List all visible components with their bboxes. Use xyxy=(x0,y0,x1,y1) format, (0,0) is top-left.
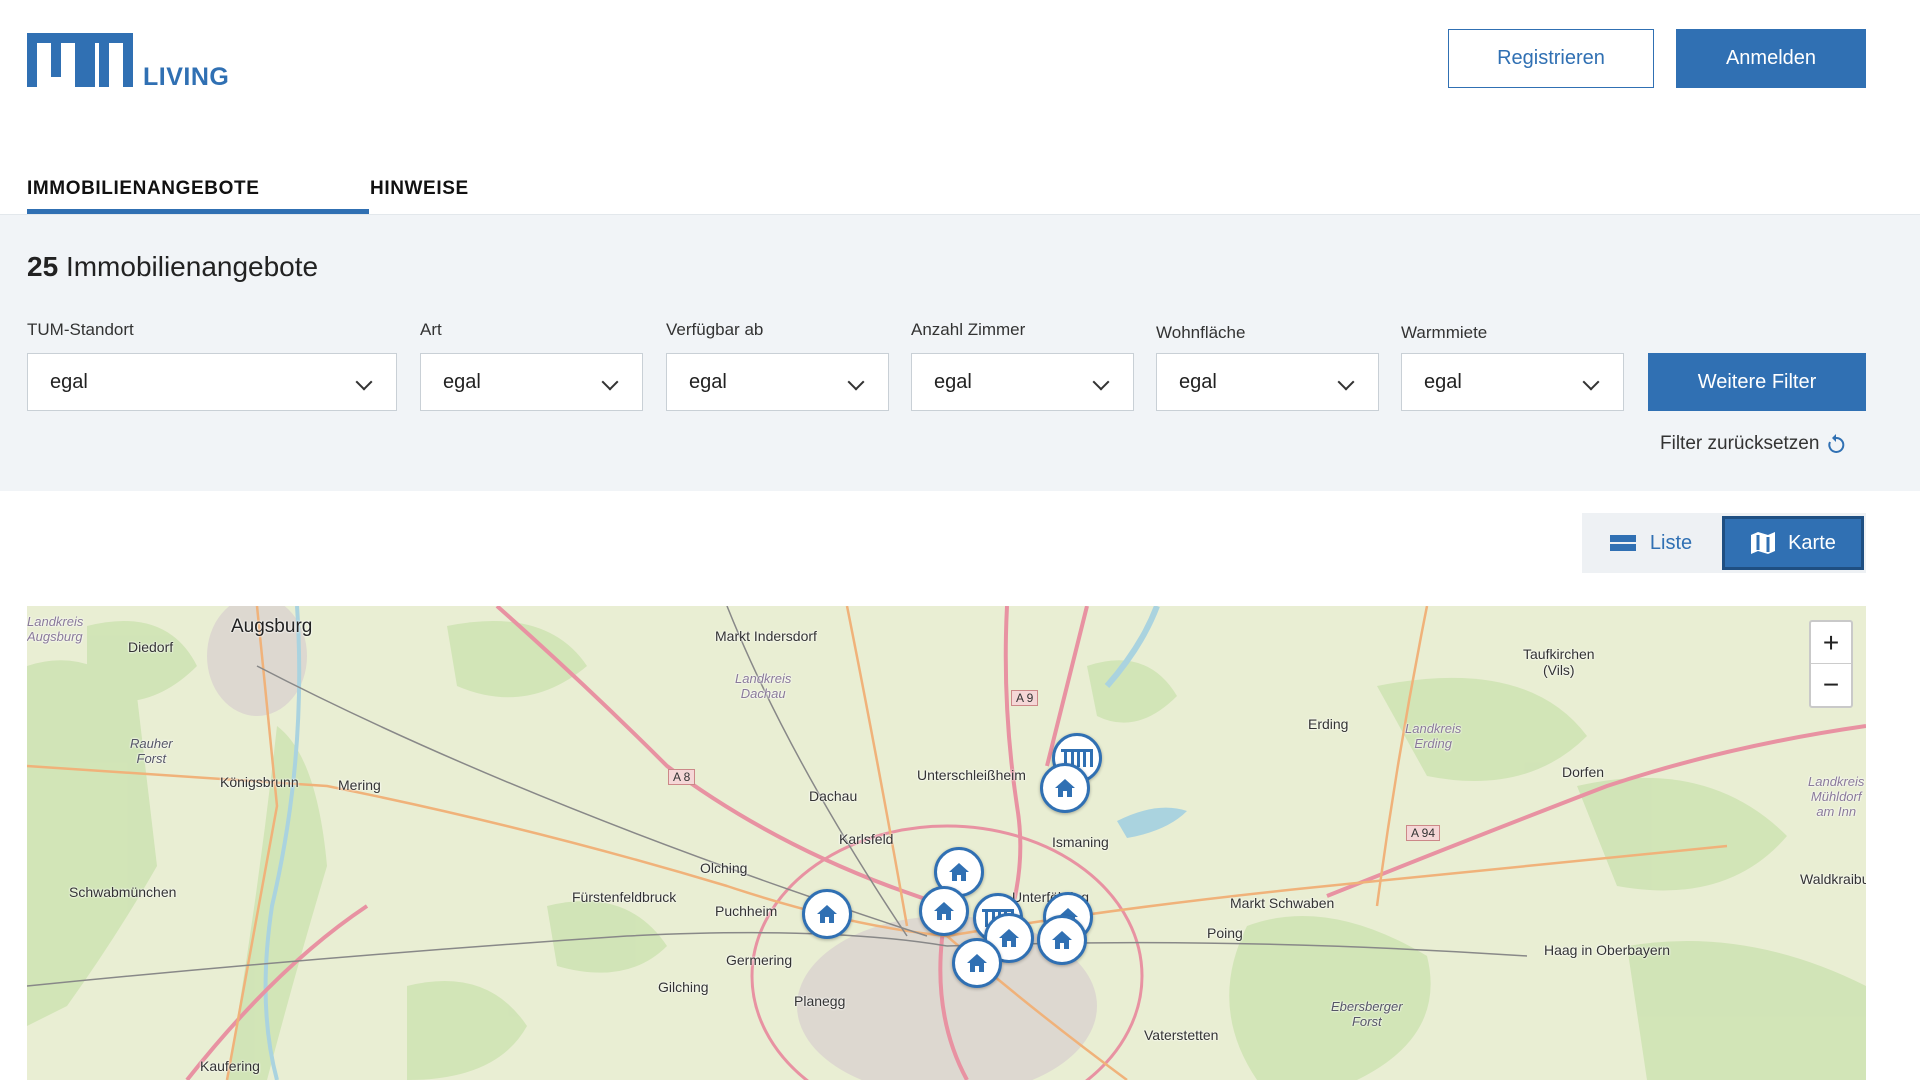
road-shield-a94: A 94 xyxy=(1406,825,1441,841)
house-icon xyxy=(967,954,987,972)
map-label-olching: Olching xyxy=(700,860,748,876)
map-label-puchheim: Puchheim xyxy=(715,903,778,919)
map-view-label: Karte xyxy=(1788,531,1836,554)
map-label-taufkirchen: Taufkirchen (Vils) xyxy=(1523,646,1595,678)
map-marker-house[interactable] xyxy=(1040,763,1090,813)
register-button[interactable]: Registrieren xyxy=(1448,29,1654,88)
map-label-gilching: Gilching xyxy=(658,979,709,995)
map-label-erding: Erding xyxy=(1308,716,1349,732)
map-label-markt-indersdorf: Markt Indersdorf xyxy=(715,628,817,644)
house-icon xyxy=(999,929,1019,947)
map-label-landkreis-erding: Landkreis Erding xyxy=(1405,721,1462,751)
map-marker-house[interactable] xyxy=(1037,915,1087,965)
map-label-dorfen: Dorfen xyxy=(1562,764,1605,780)
map-label-dachau: Dachau xyxy=(809,788,858,804)
tab-hinweise[interactable]: HINWEISE xyxy=(370,178,469,200)
chevron-down-icon xyxy=(1582,373,1600,391)
list-icon xyxy=(1609,535,1636,551)
house-icon xyxy=(1055,779,1075,797)
reset-filters-link[interactable]: Filter zurücksetzen xyxy=(1660,433,1845,455)
results-count-label: Immobilienangebote xyxy=(65,251,319,282)
map-label-landkreis-muehldorf: Landkreis Mühldorf am Inn xyxy=(1808,774,1865,819)
map-label-mering: Mering xyxy=(338,777,381,793)
filter-label-standort: TUM-Standort xyxy=(27,320,134,339)
map-label-fuerstenfeldbruck: Fürstenfeldbruck xyxy=(572,889,677,905)
filter-select-wohnflaeche[interactable]: egal xyxy=(1156,353,1379,411)
filter-label-wohnflaeche: Wohnfläche xyxy=(1156,323,1246,342)
login-button[interactable]: Anmelden xyxy=(1676,29,1866,88)
road-shield-a8: A 8 xyxy=(668,769,696,785)
map-label-diedorf: Diedorf xyxy=(128,639,174,655)
map-label-ebersberger-forst: Ebersberger Forst xyxy=(1331,999,1403,1029)
list-view-label: Liste xyxy=(1649,531,1693,554)
filter-label-verfuegbar: Verfügbar ab xyxy=(666,320,764,339)
map-label-ismaning: Ismaning xyxy=(1052,834,1109,850)
main-tabs: IMMOBILIENANGEBOTE HINWEISE xyxy=(0,170,1920,215)
map-label-kaufering: Kaufering xyxy=(200,1058,260,1074)
map-marker-house[interactable] xyxy=(952,938,1002,988)
map-label-waldkraiburg: Waldkraiburg xyxy=(1800,871,1866,887)
results-count: 25 xyxy=(27,251,59,282)
zoom-out-button[interactable]: − xyxy=(1811,664,1851,706)
chevron-down-icon xyxy=(847,373,865,391)
map-label-planegg: Planegg xyxy=(794,993,846,1009)
filter-value-warmmiete: egal xyxy=(1424,370,1462,393)
map-view[interactable]: Augsburg Diedorf Markt Indersdorf Landkr… xyxy=(27,606,1866,1080)
map-label-schwabmuenchen: Schwabmünchen xyxy=(69,884,177,900)
house-icon xyxy=(949,863,969,881)
map-view-button[interactable]: Karte xyxy=(1722,516,1864,570)
header: LIVING Registrieren Anmelden xyxy=(0,0,1920,130)
active-tab-indicator xyxy=(27,209,369,214)
map-label-germering: Germering xyxy=(726,952,793,968)
logo-living-text: LIVING xyxy=(143,63,230,91)
map-label-markt-schwaben: Markt Schwaben xyxy=(1230,895,1335,911)
filter-panel: 25 Immobilienangebote TUM-Standort egal … xyxy=(0,215,1920,491)
map-marker-house[interactable] xyxy=(802,889,852,939)
road-shield-a9: A 9 xyxy=(1011,690,1039,706)
map-marker-house[interactable] xyxy=(919,886,969,936)
filter-value-standort: egal xyxy=(50,370,88,393)
map-label-karlsfeld: Karlsfeld xyxy=(839,831,894,847)
map-label-unterschleissheim: Unterschleißheim xyxy=(917,767,1026,783)
map-label-vaterstetten: Vaterstetten xyxy=(1144,1027,1219,1043)
chevron-down-icon xyxy=(1337,373,1355,391)
chevron-down-icon xyxy=(601,373,619,391)
filter-label-warmmiete: Warmmiete xyxy=(1401,323,1488,342)
reset-filters-label: Filter zurücksetzen xyxy=(1660,433,1820,454)
house-icon xyxy=(934,902,954,920)
map-label-poing: Poing xyxy=(1207,925,1243,941)
filter-value-art: egal xyxy=(443,370,481,393)
results-count-heading: 25 Immobilienangebote xyxy=(27,251,318,283)
zoom-in-button[interactable]: + xyxy=(1811,622,1851,664)
reset-icon xyxy=(1828,434,1845,453)
map-label-landkreis-dachau: Landkreis Dachau xyxy=(735,671,792,701)
filter-label-zimmer: Anzahl Zimmer xyxy=(911,320,1026,339)
filter-select-zimmer[interactable]: egal xyxy=(911,353,1134,411)
filter-select-standort[interactable]: egal xyxy=(27,353,397,411)
map-label-augsburg: Augsburg xyxy=(231,616,313,637)
map-zoom-controls: + − xyxy=(1809,620,1853,708)
filter-value-zimmer: egal xyxy=(934,370,972,393)
filter-label-art: Art xyxy=(420,320,442,339)
map-label-koenigsbrunn: Königsbrunn xyxy=(220,774,299,790)
house-icon xyxy=(1052,931,1072,949)
house-icon xyxy=(817,905,837,923)
list-view-button[interactable]: Liste xyxy=(1582,513,1720,573)
map-label-landkreis-augsburg: Landkreis Augsburg xyxy=(27,614,84,644)
filter-select-art[interactable]: egal xyxy=(420,353,643,411)
map-icon xyxy=(1751,532,1776,554)
filter-value-wohnflaeche: egal xyxy=(1179,370,1217,393)
filter-select-verfuegbar[interactable]: egal xyxy=(666,353,889,411)
more-filters-button[interactable]: Weitere Filter xyxy=(1648,353,1866,411)
chevron-down-icon xyxy=(355,373,373,391)
tum-living-logo[interactable]: LIVING xyxy=(27,33,237,93)
map-label-rauher-forst: Rauher Forst xyxy=(130,736,173,766)
tum-logo-icon xyxy=(27,33,133,87)
filter-select-warmmiete[interactable]: egal xyxy=(1401,353,1624,411)
chevron-down-icon xyxy=(1092,373,1110,391)
view-toggle: Liste Karte xyxy=(1582,513,1866,573)
filter-value-verfuegbar: egal xyxy=(689,370,727,393)
tab-immobilienangebote[interactable]: IMMOBILIENANGEBOTE xyxy=(27,178,259,200)
map-label-haag: Haag in Oberbayern xyxy=(1544,942,1671,958)
